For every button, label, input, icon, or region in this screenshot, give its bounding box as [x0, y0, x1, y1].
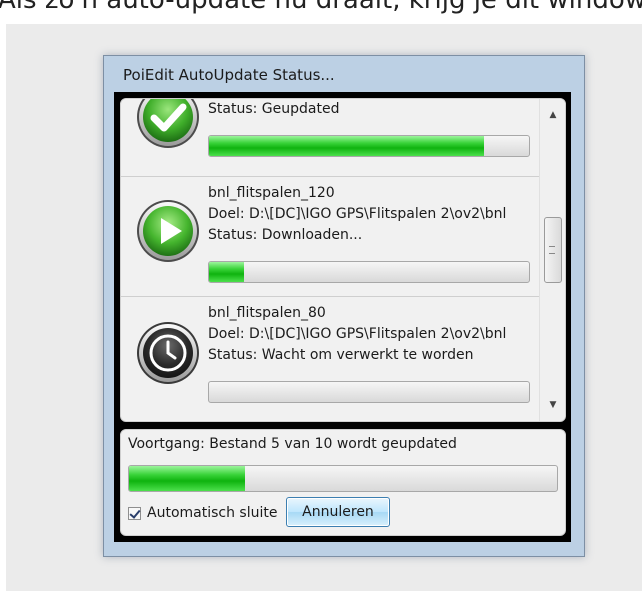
- overall-progress-bar: [128, 465, 558, 492]
- scroll-up-arrow[interactable]: ▲: [540, 105, 565, 125]
- list-item: bnl_flitspalen_120 Doel: D:\[DC]\IGO GPS…: [121, 176, 539, 294]
- item-name: bnl_flitspalen_120: [208, 185, 335, 201]
- window-title: PoiEdit AutoUpdate Status...: [123, 66, 335, 84]
- item-status: Status: Geupdated: [208, 101, 340, 117]
- list-item: bnl_flitspalen_80 Doel: D:\[DC]\IGO GPS\…: [121, 296, 539, 421]
- overall-progress-label: Voortgang: Bestand 5 van 10 wordt geupda…: [128, 436, 457, 452]
- auto-close-option[interactable]: Automatisch sluite: [128, 502, 277, 524]
- overall-progress-panel: Voortgang: Bestand 5 van 10 wordt geupda…: [120, 429, 566, 536]
- item-progress-bar: [208, 261, 530, 283]
- overall-progress-fill: [129, 466, 245, 491]
- update-list[interactable]: Status: Geupdated bnl_flitspalen_120 Doe…: [120, 98, 566, 422]
- list-item: Status: Geupdated: [121, 99, 539, 175]
- grip-icon: [549, 246, 555, 254]
- autoupdate-window: PoiEdit AutoUpdate Status... Status: Geu…: [103, 55, 585, 557]
- scroll-thumb[interactable]: [544, 217, 562, 283]
- auto-close-label[interactable]: Automatisch sluite: [147, 505, 277, 521]
- play-icon: [137, 200, 199, 262]
- scroll-down-arrow[interactable]: ▼: [540, 395, 565, 415]
- caption-text: Als zo'n auto-update nu draait, krijg je…: [0, 0, 642, 15]
- item-progress-fill: [209, 262, 245, 282]
- item-progress-bar: [208, 135, 530, 157]
- page-caption: Als zo'n auto-update nu draait, krijg je…: [0, 0, 642, 24]
- checkmark-icon: [137, 99, 199, 148]
- clock-icon: [137, 322, 199, 384]
- vertical-scrollbar[interactable]: ▲ ▼: [539, 99, 565, 421]
- item-target: Doel: D:\[DC]\IGO GPS\Flitspalen 2\ov2\b…: [208, 326, 507, 342]
- item-status: Status: Downloaden...: [208, 227, 363, 243]
- item-status: Status: Wacht om verwerkt te worden: [208, 347, 474, 363]
- item-target: Doel: D:\[DC]\IGO GPS\Flitspalen 2\ov2\b…: [208, 206, 507, 222]
- window-body: Status: Geupdated bnl_flitspalen_120 Doe…: [114, 92, 571, 542]
- item-progress-fill: [209, 136, 485, 156]
- item-name: bnl_flitspalen_80: [208, 305, 326, 321]
- auto-close-checkbox[interactable]: [128, 506, 141, 520]
- cancel-button[interactable]: Annuleren: [286, 497, 390, 527]
- item-progress-bar: [208, 381, 530, 403]
